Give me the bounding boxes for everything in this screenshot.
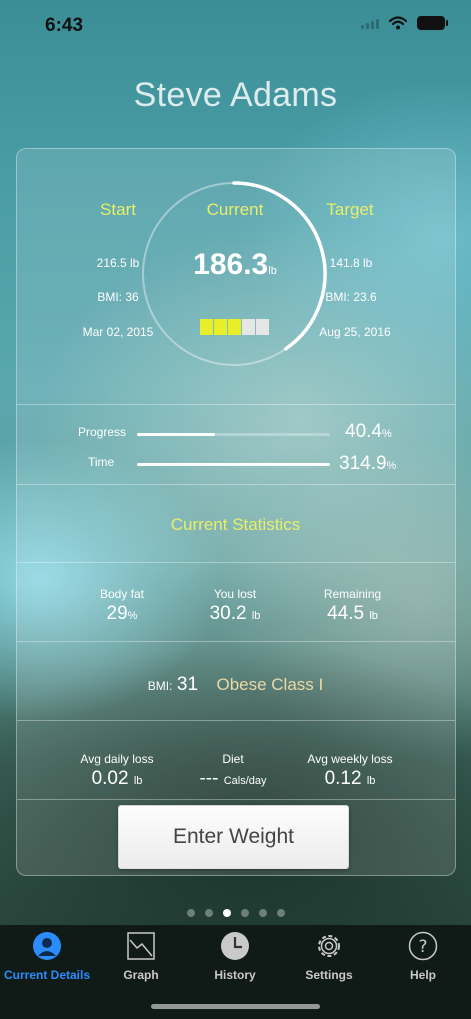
page-dot[interactable]: [240, 909, 249, 917]
avg-weekly-loss-label: Avg weekly loss: [307, 752, 393, 766]
level-block-empty: [242, 319, 255, 335]
time-bar: [137, 463, 330, 466]
level-indicator: [200, 319, 269, 335]
progress-percent: 40.4%: [345, 421, 392, 443]
remaining-stat: Remaining 44.5 lb: [300, 587, 405, 625]
avg-weekly-loss-unit: lb: [366, 775, 376, 787]
level-block-filled: [228, 319, 241, 335]
avg-daily-loss-value: 0.02: [91, 768, 129, 789]
body-fat-unit: %: [127, 610, 138, 622]
current-weight-value: 186.3: [193, 248, 269, 281]
page-dot[interactable]: [186, 909, 195, 917]
target-bmi: BMI: 23.6: [325, 290, 377, 304]
help-icon: ?: [408, 931, 438, 961]
tab-graph[interactable]: Graph: [94, 931, 188, 989]
clock-icon: [221, 932, 249, 960]
signal-icon: [361, 17, 379, 29]
status-bar: 6:43: [0, 0, 471, 50]
remaining-value: 44.5: [327, 603, 365, 624]
bmi-row: BMI: 31 Obese Class I: [0, 674, 471, 696]
avg-weekly-loss-value: 0.12: [324, 768, 362, 789]
diet-unit: Cals/day: [223, 775, 267, 787]
target-weight: 141.8 lb: [329, 256, 373, 270]
divider: [17, 641, 455, 642]
remaining-label: Remaining: [323, 587, 382, 601]
current-weight-unit: lb: [268, 265, 277, 277]
diet-label: Diet: [222, 752, 244, 766]
time-value: 314.9: [339, 453, 387, 474]
you-lost-stat: You lost 30.2 lb: [185, 587, 285, 625]
current-label: Current: [206, 200, 264, 219]
start-bmi: BMI: 36: [97, 290, 139, 304]
progress-label: Progress: [78, 425, 127, 439]
tab-label: Help: [409, 968, 436, 982]
person-icon: [33, 932, 61, 960]
svg-text:?: ?: [418, 937, 427, 957]
level-block-filled: [200, 319, 213, 335]
diet-stat: Diet --- Cals/day: [183, 752, 283, 790]
divider: [17, 404, 455, 405]
avg-daily-loss-label: Avg daily loss: [80, 752, 154, 766]
tab-label: Settings: [305, 968, 353, 982]
start-date: Mar 02, 2015: [82, 325, 154, 339]
user-name: Steve Adams: [133, 76, 338, 114]
time-bar-fill: [137, 463, 330, 466]
tab-history[interactable]: History: [188, 931, 282, 989]
body-fat-label: Body fat: [99, 587, 145, 601]
bmi-label: BMI:: [147, 679, 173, 693]
target-label: Target: [326, 200, 374, 219]
time-label: Time: [88, 455, 115, 469]
remaining-unit: lb: [369, 610, 378, 622]
diet-value: ---: [199, 768, 219, 789]
avg-daily-loss-stat: Avg daily loss 0.02 lb: [62, 752, 172, 790]
status-time: 6:43: [45, 15, 84, 36]
page-dot[interactable]: [204, 909, 213, 917]
start-label: Start: [100, 200, 136, 219]
current-weight: 186.3lb: [170, 248, 300, 282]
progress-unit: %: [381, 428, 392, 440]
start-weight: 216.5 lb: [96, 256, 140, 270]
you-lost-value: 30.2: [209, 603, 247, 624]
level-block-empty: [256, 319, 269, 335]
page-indicator[interactable]: [0, 909, 471, 917]
level-block-filled: [214, 319, 227, 335]
tab-label: History: [214, 968, 256, 982]
progress-value: 40.4: [345, 421, 382, 442]
avg-daily-loss-unit: lb: [133, 775, 143, 787]
home-indicator: [151, 1004, 320, 1009]
battery-icon: [417, 16, 448, 30]
progress-bar: [137, 433, 330, 436]
tab-settings[interactable]: Settings: [282, 931, 376, 989]
tab-help[interactable]: ? Help: [376, 931, 470, 989]
tab-current-details[interactable]: Current Details: [0, 931, 94, 989]
target-date: Aug 25, 2016: [319, 325, 391, 339]
bmi-value: 31: [176, 674, 199, 695]
you-lost-label: You lost: [213, 587, 257, 601]
bmi-class: Obese Class I: [216, 675, 324, 694]
page-dot[interactable]: [222, 909, 231, 917]
progress-bar-fill: [137, 433, 215, 436]
section-title: Current Statistics: [170, 515, 301, 534]
time-percent: 314.9%: [339, 453, 396, 475]
tab-label: Graph: [123, 968, 159, 982]
you-lost-unit: lb: [251, 610, 261, 622]
divider: [17, 799, 455, 800]
page-dot[interactable]: [276, 909, 285, 917]
wifi-icon: [389, 16, 407, 30]
divider: [17, 720, 455, 721]
graph-icon: [127, 932, 155, 960]
avg-weekly-loss-stat: Avg weekly loss 0.12 lb: [295, 752, 405, 790]
status-icons: [361, 16, 448, 30]
tab-label: Current Details: [3, 968, 91, 982]
page-dot[interactable]: [258, 909, 267, 917]
divider: [17, 484, 455, 485]
divider: [17, 562, 455, 563]
body-fat-stat: Body fat 29%: [72, 587, 172, 625]
time-unit: %: [386, 460, 397, 472]
enter-weight-button[interactable]: Enter Weight: [118, 805, 349, 869]
body-fat-value: 29: [106, 603, 128, 624]
gear-icon: [318, 935, 340, 957]
